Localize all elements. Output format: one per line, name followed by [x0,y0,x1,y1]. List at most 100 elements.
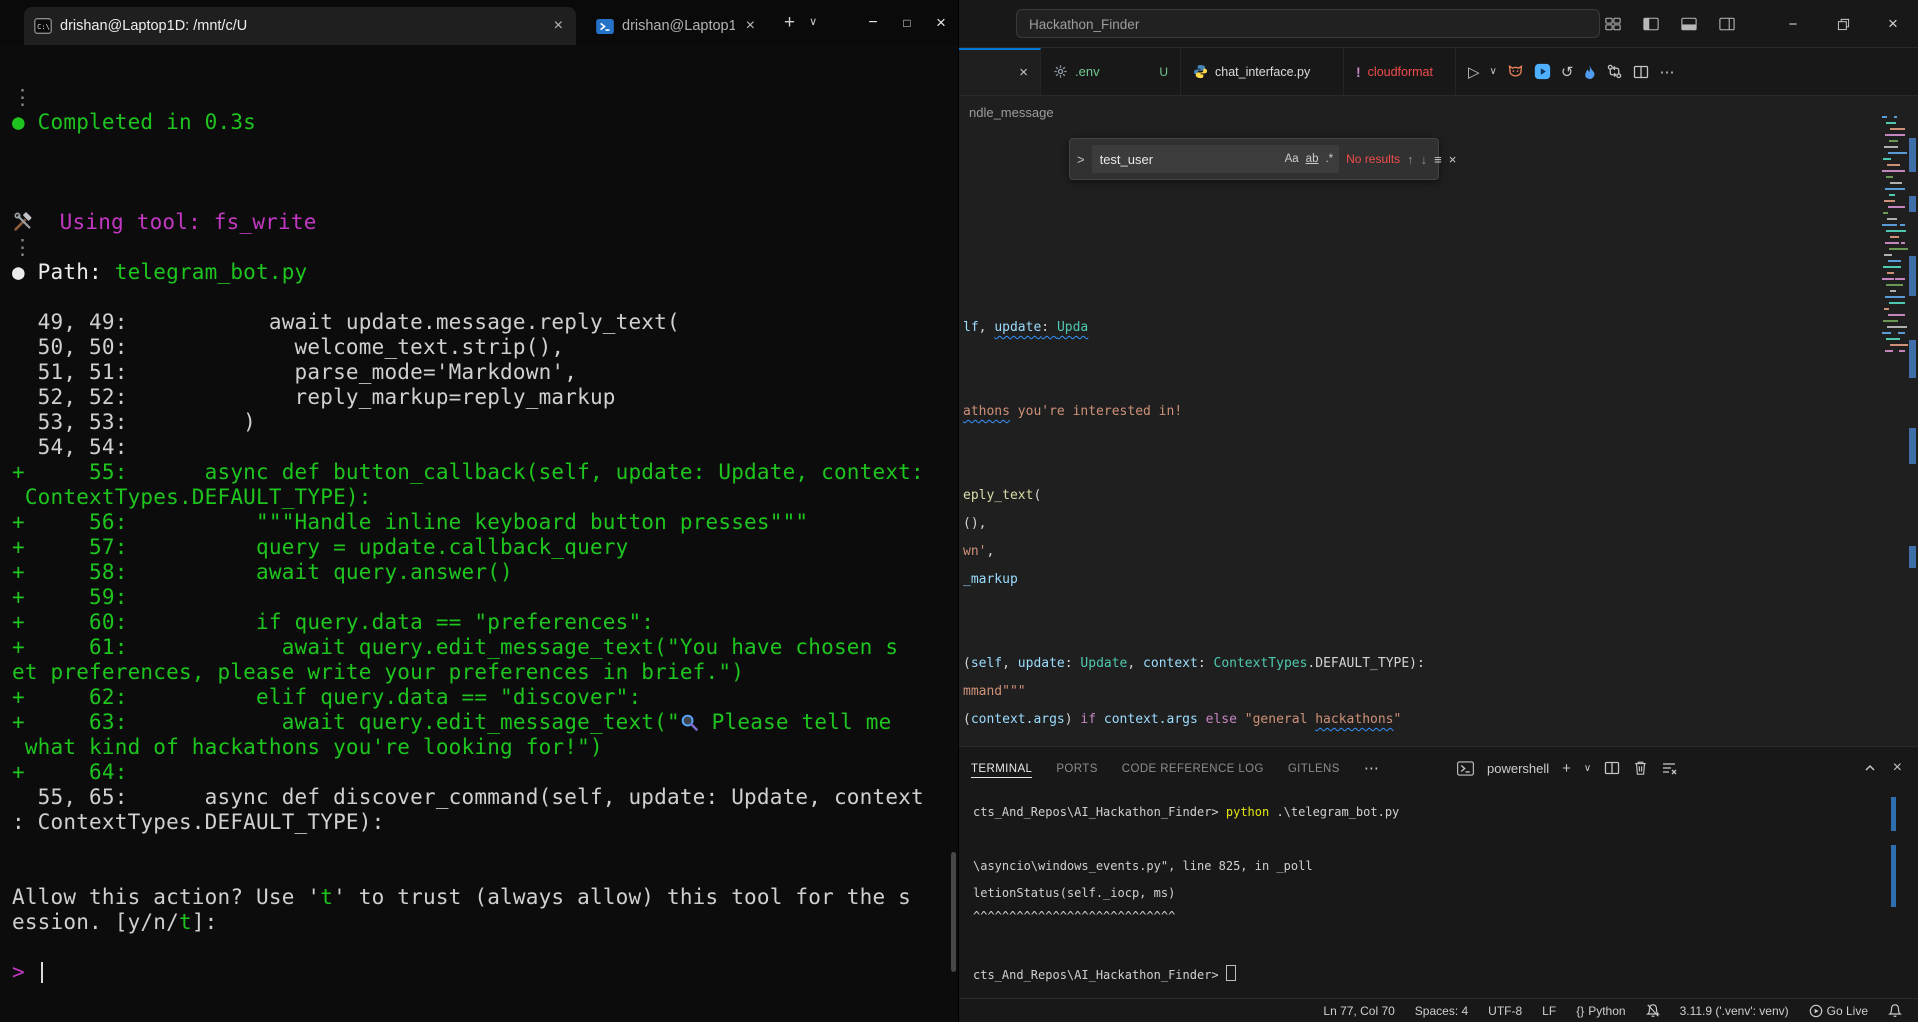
status-python-interpreter[interactable]: 3.11.9 ('.venv': venv) [1680,1004,1789,1018]
shell-label[interactable]: powershell [1487,761,1549,776]
match-case-toggle[interactable]: Aa [1285,153,1299,165]
whole-word-toggle[interactable]: ab [1306,153,1319,165]
tab-active-occluded[interactable]: × [959,48,1041,95]
terminal-tab-powershell[interactable]: drishan@Laptop1D: ~ × [586,7,768,45]
terminal-line [12,135,952,160]
toggle-secondary-sidebar-icon[interactable] [1719,17,1735,31]
terminal-tab-bar: C:\ drishan@Laptop1D: /mnt/c/U × drishan… [0,0,958,45]
status-notifications-bell[interactable] [1888,1003,1902,1018]
history-icon[interactable]: ↺ [1561,63,1574,81]
status-go-live[interactable]: Go Live [1809,1004,1868,1018]
terminal-line: > [12,960,952,985]
terminal-line: ContextTypes.DEFAULT_TYPE): [12,485,952,510]
copilot-cat-icon[interactable] [1507,63,1524,80]
terminal-line: et preferences, please write your prefer… [12,660,952,685]
previous-match-icon[interactable]: ↑ [1407,152,1414,167]
trash-icon[interactable] [1633,760,1648,776]
terminal-tab-wsl[interactable]: C:\ drishan@Laptop1D: /mnt/c/U × [24,7,576,45]
terminal-line: 50, 50: welcome_text.strip(), [12,335,952,360]
find-input-box: Aa ab .* [1092,145,1340,173]
terminal-line: 49, 49: await update.message.reply_text( [12,310,952,335]
python-icon [1193,64,1208,79]
tab-chat-interface[interactable]: chat_interface.py [1181,48,1344,95]
terminal-line: ession. [y/n/t]: [12,910,952,935]
braces-icon: {} [1576,1004,1584,1018]
new-tab-button[interactable]: + [784,0,795,45]
find-input[interactable] [1098,151,1278,168]
close-icon[interactable]: × [551,17,566,35]
code-runner-icon[interactable] [1534,63,1551,80]
close-icon[interactable]: × [1019,64,1028,81]
chevron-down-icon[interactable]: ∨ [1490,66,1497,77]
windows-terminal-window: C:\ drishan@Laptop1D: /mnt/c/U × drishan… [0,0,958,1022]
split-editor-icon[interactable] [1633,64,1649,80]
integrated-terminal[interactable]: cts_And_Repos\AI_Hackathon_Finder> pytho… [973,789,1898,998]
close-button[interactable]: × [924,13,958,33]
terminal-scroll-mark [1891,797,1896,831]
terminal-line: + 61: await query.edit_message_text("You… [12,635,952,660]
code-editor[interactable]: lf, update: Updaathons you're interested… [959,130,1918,746]
panel-tab-code-reference-log[interactable]: CODE REFERENCE LOG [1122,759,1264,777]
tab-dropdown-icon[interactable]: ∨ [809,0,817,45]
panel-tab-terminal[interactable]: TERMINAL [971,759,1032,777]
maximize-button[interactable]: □ [890,16,924,30]
terminal-line: Using tool: fs_write [12,210,952,235]
terminal-scroll-mark [1891,845,1896,907]
status-indentation[interactable]: Spaces: 4 [1415,1004,1468,1018]
tab-cloudformat[interactable]: ! cloudformat [1344,48,1456,95]
layout-controls [1605,0,1735,48]
ruler-mark [1909,428,1916,464]
breadcrumb[interactable]: ndle_message [959,96,1918,130]
tab-env-file[interactable]: .env U [1041,48,1181,95]
next-match-icon[interactable]: ↓ [1421,152,1428,167]
toggle-primary-sidebar-icon[interactable] [1643,17,1659,31]
more-icon[interactable]: ⋯ [1364,759,1379,777]
new-terminal-button[interactable]: + [1562,760,1571,777]
split-editor-icon[interactable] [1604,760,1620,776]
restore-button[interactable] [1818,0,1868,48]
git-compare-icon[interactable] [1606,63,1623,80]
terminal-scrollbar[interactable] [951,852,956,972]
ruler-mark [1909,196,1916,212]
git-untracked-badge: U [1159,65,1168,79]
close-button[interactable]: × [1868,0,1918,48]
chevron-up-icon[interactable] [1863,761,1877,775]
panel-tab-ports[interactable]: PORTS [1056,759,1097,777]
status-eol[interactable]: LF [1542,1004,1556,1018]
close-icon[interactable]: × [743,17,758,35]
powershell-badge-icon[interactable] [1457,761,1474,776]
minimap[interactable] [1882,112,1908,360]
customize-layout-icon[interactable] [1605,17,1621,31]
terminal-line [12,835,952,860]
status-cursor-position[interactable]: Ln 77, Col 70 [1323,1004,1394,1018]
terminal-tab-title: drishan@Laptop1D: /mnt/c/U [60,18,247,34]
go-live-icon [1809,1004,1823,1018]
launch-profile-dropdown-icon[interactable]: ∨ [1584,763,1591,774]
svg-text:C:\: C:\ [37,22,50,31]
clear-all-icon[interactable] [1661,760,1677,776]
code-line: wn', [963,544,994,559]
terminal-output[interactable]: ⋮● Completed in 0.3s Using tool: fs_writ… [0,45,952,1022]
toggle-replace-icon[interactable]: > [1077,152,1085,167]
close-icon[interactable]: × [1449,152,1457,167]
minimize-button[interactable]: − [1768,0,1818,48]
vscode-window: Hackathon_Finder − × × .env U chat_inter… [958,0,1918,1022]
more-icon[interactable]: ⋯ [1659,63,1674,81]
command-center-search[interactable]: Hackathon_Finder [1016,9,1600,38]
regex-toggle[interactable]: .* [1325,153,1333,165]
panel-tab-gitlens[interactable]: GITLENS [1288,759,1340,777]
terminal-line: Allow this action? Use 't' to trust (alw… [12,885,952,910]
close-panel-icon[interactable]: × [1893,759,1902,777]
code-line: lf, update: Upda [963,320,1088,335]
run-icon[interactable]: ▷ [1468,63,1480,81]
status-notifications-muted[interactable] [1646,1003,1660,1018]
code-line: (self, update: Update, context: ContextT… [963,656,1425,671]
panel-tab-bar: TERMINAL PORTS CODE REFERENCE LOG GITLENS ⋯ p… [959,747,1918,789]
status-encoding[interactable]: UTF-8 [1488,1004,1522,1018]
find-in-selection-icon[interactable]: ≡ [1434,152,1442,167]
toggle-panel-icon[interactable] [1681,17,1697,31]
flame-icon[interactable] [1583,64,1596,80]
minimize-button[interactable]: − [856,14,890,32]
code-line: _markup [963,572,1018,587]
status-language-indicator[interactable]: {}Python [1576,1004,1625,1018]
